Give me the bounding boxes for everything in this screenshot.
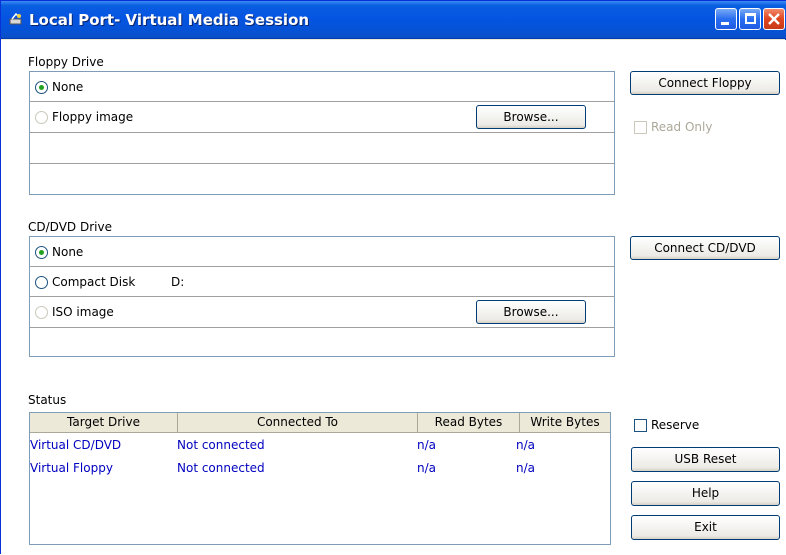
cddvd-section-label: CD/DVD Drive (28, 220, 112, 234)
floppy-image-radio[interactable] (35, 110, 48, 124)
column-header-connected-to[interactable]: Connected To (178, 413, 418, 433)
connect-cddvd-label: Connect CD/DVD (654, 241, 756, 255)
status-row-2-read: n/a (417, 461, 437, 475)
floppy-image-label: Floppy image (52, 110, 134, 124)
floppy-none-label: None (52, 80, 84, 94)
minimize-button[interactable] (715, 8, 737, 30)
read-only-label: Read Only (651, 120, 713, 134)
cddvd-none-radio[interactable] (35, 245, 48, 259)
title-bar[interactable]: Local Port- Virtual Media Session (1, 1, 786, 39)
status-section-label: Status (28, 393, 67, 407)
floppy-options-box: None Floppy image Browse... (29, 71, 615, 195)
cddvd-option-compact-disk-row[interactable]: Compact Disk D: (30, 267, 614, 297)
floppy-browse-button[interactable]: Browse... (476, 105, 586, 129)
compact-disk-drive-letter: D: (171, 275, 185, 289)
cddvd-option-iso-row: ISO image Browse... (30, 297, 614, 328)
status-row-2-connected: Not connected (177, 461, 265, 475)
status-row-1-connected: Not connected (177, 438, 265, 452)
floppy-option-image-row: Floppy image Browse... (30, 102, 614, 133)
iso-image-label: ISO image (52, 305, 114, 319)
cddvd-options-box: None Compact Disk D: ISO image Browse... (29, 236, 615, 357)
column-header-read-bytes[interactable]: Read Bytes (418, 413, 520, 433)
connect-floppy-button[interactable]: Connect Floppy (630, 71, 780, 95)
dialog-body: Floppy Drive None Floppy image Browse... (1, 40, 786, 555)
reserve-checkbox[interactable] (634, 418, 647, 432)
column-header-target-drive[interactable]: Target Drive (30, 413, 178, 433)
status-row-1-write: n/a (516, 438, 536, 452)
column-header-write-bytes[interactable]: Write Bytes (520, 413, 610, 433)
floppy-none-radio[interactable] (35, 80, 48, 94)
reserve-checkbox-group[interactable]: Reserve (634, 418, 699, 432)
iso-browse-label: Browse... (503, 305, 559, 319)
exit-label: Exit (694, 520, 717, 534)
compact-disk-label: Compact Disk (52, 275, 136, 289)
iso-image-radio[interactable] (35, 305, 48, 319)
floppy-option-none-row[interactable]: None (30, 72, 614, 102)
status-table: Target Drive Connected To Read Bytes Wri… (29, 412, 611, 545)
cddvd-empty-row (30, 328, 614, 357)
status-row-1-target: Virtual CD/DVD (30, 438, 122, 452)
app-icon (9, 12, 22, 25)
floppy-empty-row-2 (30, 164, 614, 195)
iso-browse-button[interactable]: Browse... (476, 300, 586, 324)
minimize-icon (721, 22, 729, 25)
close-icon (768, 13, 780, 25)
usb-reset-label: USB Reset (674, 452, 737, 466)
connect-cddvd-button[interactable]: Connect CD/DVD (630, 236, 780, 260)
floppy-section-label: Floppy Drive (28, 55, 104, 69)
read-only-checkbox[interactable] (634, 120, 647, 134)
window-title: Local Port- Virtual Media Session (29, 11, 310, 29)
status-row-1-read: n/a (417, 438, 437, 452)
read-only-checkbox-group[interactable]: Read Only (634, 120, 712, 134)
floppy-empty-row-1 (30, 133, 614, 164)
reserve-label: Reserve (651, 418, 700, 432)
help-label: Help (691, 486, 720, 500)
status-row-2-write: n/a (516, 461, 536, 475)
compact-disk-radio[interactable] (35, 275, 48, 289)
exit-button[interactable]: Exit (631, 515, 780, 540)
cddvd-option-none-row[interactable]: None (30, 237, 614, 267)
close-button[interactable] (763, 8, 785, 30)
status-row-2-target: Virtual Floppy (30, 461, 113, 475)
floppy-browse-label: Browse... (503, 110, 559, 124)
help-button[interactable]: Help (631, 481, 780, 506)
virtual-media-window: Local Port- Virtual Media Session Floppy… (0, 0, 786, 555)
maximize-icon (745, 13, 756, 24)
usb-reset-button[interactable]: USB Reset (631, 447, 780, 472)
connect-floppy-label: Connect Floppy (658, 76, 752, 90)
maximize-button[interactable] (739, 8, 761, 30)
cddvd-none-label: None (52, 245, 84, 259)
